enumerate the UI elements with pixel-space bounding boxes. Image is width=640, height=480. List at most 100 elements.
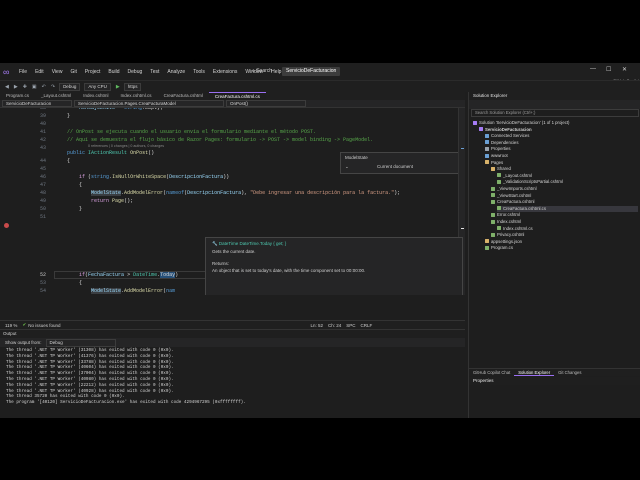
line-number: 50: [39, 206, 46, 212]
zoom-level[interactable]: 119 %: [5, 323, 17, 328]
menu-edit[interactable]: Edit: [35, 69, 44, 75]
tab-index-cshtml-cs[interactable]: Index.cshtml.cs: [115, 92, 158, 100]
solution-explorer-search[interactable]: Search Solution Explorer (Ctrl+;): [471, 109, 639, 117]
visual-studio-logo-icon: ∞: [3, 66, 10, 77]
chevron-down-icon[interactable]: ⌄: [345, 164, 349, 170]
tree-item[interactable]: _ViewStart.cshtml: [491, 193, 638, 200]
whitespace-indicator[interactable]: SPC: [346, 323, 355, 328]
breakpoint-icon[interactable]: [4, 223, 9, 228]
line-ending-indicator[interactable]: CRLF: [361, 323, 373, 328]
tree-item[interactable]: Connected Services: [485, 133, 638, 140]
tree-item[interactable]: Privacy.cshtml: [491, 232, 638, 239]
tree-item[interactable]: Pages: [485, 160, 638, 167]
save-icon[interactable]: ▣: [32, 84, 37, 90]
tree-item[interactable]: Solution 'ServicioDeFacturacion' (1 of 1…: [473, 120, 638, 127]
menu-git[interactable]: Git: [70, 69, 76, 75]
menu-tools[interactable]: Tools: [193, 69, 205, 75]
tree-item[interactable]: ServicioDeFacturacion: [479, 127, 638, 134]
tree-item[interactable]: _Layout.cshtml: [497, 173, 638, 180]
tab-creafactura-cshtml-cs[interactable]: CreaFactura.cshtml.cs: [208, 92, 266, 100]
tab-index-cshtml[interactable]: Index.cshtml: [77, 92, 114, 100]
configuration-dropdown[interactable]: Debug: [59, 82, 81, 91]
menu-debug[interactable]: Debug: [128, 69, 143, 75]
code-line: // OnPost se ejecuta cuando el usuario e…: [67, 129, 317, 135]
tree-item-label: _ViewStart.cshtml: [497, 192, 532, 198]
line-number: 38: [39, 108, 46, 111]
scroll-marker: [461, 148, 464, 149]
run-icon[interactable]: ▶: [116, 84, 120, 90]
tree-item-label: Error.cshtml: [497, 212, 520, 218]
tree-item[interactable]: Program.cs: [485, 245, 638, 252]
editor-status-bar: 119 % ✔ No issues found Ln: 52 Ch: 24 SP…: [0, 320, 465, 329]
close-icon[interactable]: ✕: [622, 66, 627, 73]
razor-icon: [491, 199, 495, 204]
line-number: 43: [39, 145, 46, 151]
back-icon[interactable]: ◀: [5, 84, 9, 90]
line-indicator[interactable]: Ln: 52: [311, 323, 324, 328]
search-box[interactable]: ⌕ Search: [252, 67, 272, 76]
undo-icon[interactable]: ↶: [42, 84, 46, 90]
line-number: 41: [39, 129, 46, 135]
code-line: }: [55, 113, 71, 119]
platform-dropdown[interactable]: Any CPU: [84, 82, 111, 91]
breadcrumb-class[interactable]: ServicioDeFacturacion.Pages.CreaFacturaM…: [74, 100, 224, 107]
modelstate-highlight-popup: ModelState Current document ⌄: [340, 152, 460, 174]
breadcrumb-member[interactable]: OnPost(): [226, 100, 306, 107]
tree-item[interactable]: Shared: [491, 166, 638, 173]
breakpoint-margin[interactable]: [0, 108, 10, 320]
tree-item[interactable]: _ValidationScriptsPartial.cshtml: [497, 179, 638, 186]
menu-view[interactable]: View: [52, 69, 63, 75]
line-number: 47: [39, 182, 46, 188]
tree-item[interactable]: Properties: [485, 146, 638, 153]
razor-icon: [491, 186, 495, 191]
razor-icon: [491, 219, 495, 224]
quickinfo-summary: Gets the current date.: [212, 249, 256, 254]
tree-item[interactable]: Index.cshtml: [491, 219, 638, 226]
minimize-icon[interactable]: —: [590, 66, 596, 72]
tab-layout-cshtml[interactable]: _Layout.cshtml: [35, 92, 77, 100]
line-number: 49: [39, 198, 46, 204]
menu-build[interactable]: Build: [108, 69, 119, 75]
menu-analyze[interactable]: Analyze: [167, 69, 185, 75]
line-number: 40: [39, 121, 46, 127]
menu-project[interactable]: Project: [85, 69, 101, 75]
scope-dropdown[interactable]: Current document: [377, 164, 413, 169]
search-label: Search: [256, 68, 273, 74]
menu-help[interactable]: Help: [271, 69, 281, 75]
tree-item[interactable]: Index.cshtml.cs: [497, 226, 638, 233]
column-indicator[interactable]: Ch: 24: [328, 323, 341, 328]
maximize-icon[interactable]: ☐: [606, 66, 611, 73]
forward-icon[interactable]: ▶: [14, 84, 18, 90]
output-panel: Output Show output from: Debug The threa…: [0, 329, 465, 418]
menu-bar: ∞ File Edit View Git Project Build Debug…: [0, 63, 640, 80]
new-item-icon[interactable]: ✚: [23, 84, 27, 90]
line-number: 42: [39, 137, 46, 143]
menu-extensions[interactable]: Extensions: [213, 69, 237, 75]
menu-test[interactable]: Test: [150, 69, 159, 75]
tab-program-cs[interactable]: Program.cs: [0, 92, 35, 100]
tree-item-label: Index.cshtml: [497, 219, 522, 224]
run-profile-button[interactable]: https: [123, 82, 142, 91]
redo-icon[interactable]: ↷: [51, 84, 55, 90]
deps-icon: [485, 140, 489, 145]
tree-item[interactable]: _ViewImports.cshtml: [491, 186, 638, 193]
breadcrumb-project[interactable]: ServicioDeFacturacion: [2, 100, 72, 107]
tree-item[interactable]: CreaFactura.cshtml: [491, 199, 638, 206]
tree-item[interactable]: Error.cshtml: [491, 212, 638, 219]
tree-item[interactable]: appsettings.json: [485, 239, 638, 246]
tab-creafactura-cshtml[interactable]: CreaFactura.cshtml: [158, 92, 209, 100]
codelens[interactable]: 0 references | 0 changes | 0 authors, 0 …: [88, 144, 164, 149]
tree-item[interactable]: Dependencies: [485, 140, 638, 147]
tree-item[interactable]: wwwroot: [485, 153, 638, 160]
tab-solution-explorer[interactable]: Solution Explorer: [514, 369, 555, 376]
tree-item-label: Privacy.cshtml: [497, 232, 525, 238]
output-source-dropdown[interactable]: Debug: [45, 338, 116, 347]
issues-indicator[interactable]: No issues found: [28, 323, 60, 328]
solution-explorer-toolbar: [469, 100, 640, 109]
tab-copilot-chat[interactable]: GitHub Copilot Chat: [469, 369, 514, 376]
tab-git-changes[interactable]: Git Changes: [554, 369, 585, 376]
tree-item[interactable]: CreaFactura.cshtml.cs: [497, 205, 638, 213]
property-icon: 🔧: [212, 241, 219, 246]
menu-file[interactable]: File: [19, 69, 27, 75]
tree-item-label: Index.cshtml.cs: [503, 225, 533, 231]
